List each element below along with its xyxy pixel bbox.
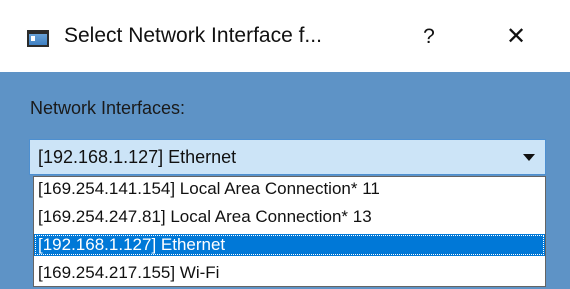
app-window-icon xyxy=(27,30,49,47)
combobox-selected-value: [192.168.1.127] Ethernet xyxy=(38,147,237,167)
close-button[interactable]: ✕ xyxy=(496,22,536,52)
chevron-down-icon[interactable] xyxy=(523,154,535,161)
dropdown-option[interactable]: [169.254.141.154] Local Area Connection*… xyxy=(34,178,545,200)
dropdown-option[interactable]: [169.254.217.155] Wi-Fi xyxy=(34,262,545,284)
network-interface-combobox[interactable]: [192.168.1.127] Ethernet xyxy=(29,139,546,175)
dialog-window: Select Network Interface f... ? ✕ Networ… xyxy=(0,0,570,289)
dropdown-option[interactable]: [169.254.247.81] Local Area Connection* … xyxy=(34,206,545,228)
title-bar[interactable]: Select Network Interface f... ? ✕ xyxy=(0,0,570,72)
help-button[interactable]: ? xyxy=(409,22,449,52)
network-interfaces-label: Network Interfaces: xyxy=(30,98,186,118)
dropdown-option-selected[interactable]: [192.168.1.127] Ethernet xyxy=(34,234,545,256)
dropdown-list[interactable]: [169.254.141.154] Local Area Connection*… xyxy=(33,176,546,287)
dialog-title: Select Network Interface f... xyxy=(64,24,322,47)
